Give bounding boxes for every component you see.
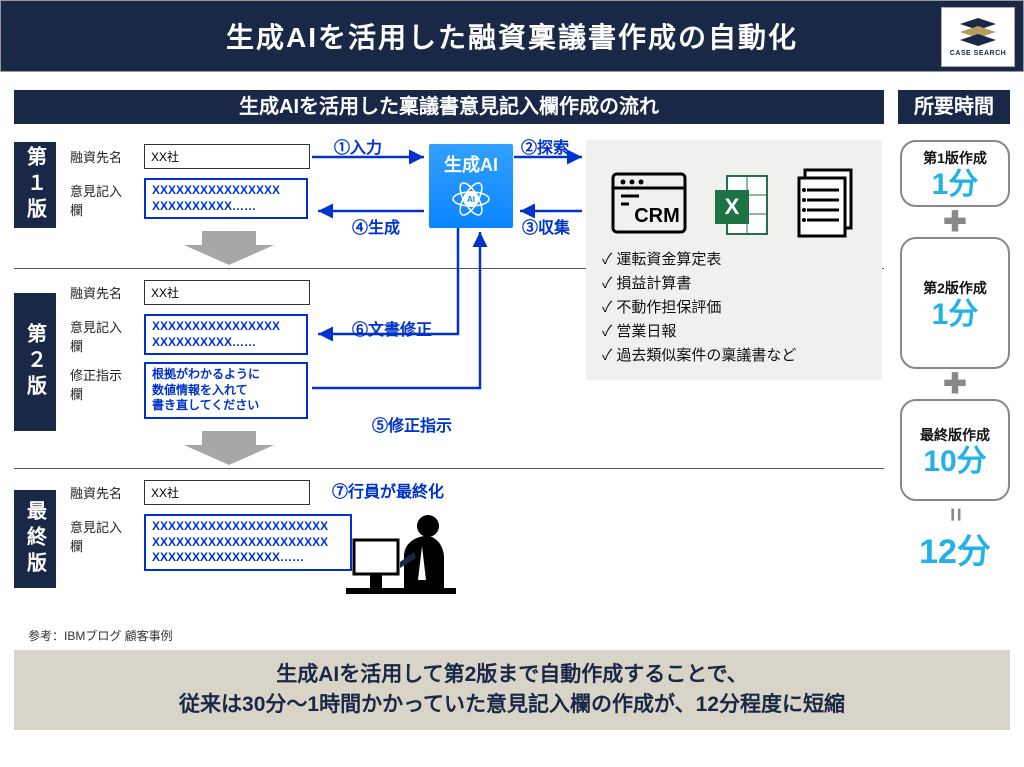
plus-icon: ✚	[900, 370, 1010, 398]
down-arrow-icon	[184, 231, 274, 267]
docs-panel: CRM X 運転資金算定表 損益計算書 不動作担保評価 営業日報	[586, 140, 882, 380]
step-7: ⑦行員が最終化	[332, 478, 444, 502]
time-value: 1分	[902, 298, 1008, 331]
time-label: 最終版作成	[902, 425, 1008, 445]
footer-line-1: 生成AIを活用して第2版まで自動作成することで、	[276, 660, 748, 690]
step-3: ③収集	[522, 214, 570, 238]
time-box-1: 第1版作成 1分	[900, 140, 1010, 207]
excel-icon: X	[711, 170, 771, 240]
list-item: 営業日報	[602, 320, 866, 344]
opinion-field: XXXXXXXXXXXXXXXX XXXXXXXXXX……	[144, 178, 308, 219]
v2-caption: 第２版	[14, 293, 56, 431]
list-item: 不動作担保評価	[602, 296, 866, 320]
svg-text:X: X	[725, 194, 740, 219]
v1-row-1: 意見記入欄 XXXXXXXXXXXXXXXX XXXXXXXXXX……	[70, 178, 308, 219]
subheader: 生成AIを活用した稟議書意見記入欄作成の流れ 所要時間	[14, 90, 1010, 124]
document-icon	[793, 168, 859, 240]
arrow-icon	[312, 208, 432, 214]
company-name-input: XX社	[144, 144, 310, 169]
field-label: 意見記入欄	[70, 178, 134, 219]
crm-icon: CRM	[609, 170, 689, 240]
company-name-input: XX社	[144, 280, 310, 305]
footer: 生成AIを活用して第2版まで自動作成することで、 従来は30分～1時間かかってい…	[14, 650, 1010, 730]
arrow-icon	[312, 154, 432, 160]
v1-row-0: 融資先名 XX社	[70, 144, 310, 169]
field-label: 融資先名	[70, 480, 134, 502]
arrow-icon	[514, 154, 590, 160]
v2-row-1: 意見記入欄 XXXXXXXXXXXXXXXX XXXXXXXXXX……	[70, 314, 308, 355]
step-5: ⑤修正指示	[372, 412, 452, 436]
time-box-2: 第2版作成 1分	[900, 237, 1010, 369]
field-label: 融資先名	[70, 144, 134, 166]
arrow-icon	[514, 208, 590, 214]
svg-text:AI: AI	[467, 195, 475, 204]
list-item: 過去類似案件の稟議書など	[602, 344, 866, 368]
time-value: 1分	[902, 168, 1008, 201]
v3-row-1: 意見記入欄 XXXXXXXXXXXXXXXXXXXXXX XXXXXXXXXXX…	[70, 514, 352, 571]
v3-caption: 最終版	[14, 490, 56, 588]
field-label: 意見記入欄	[70, 314, 134, 355]
opinion-field: XXXXXXXXXXXXXXXXXXXXXX XXXXXXXXXXXXXXXXX…	[144, 514, 352, 571]
atom-icon: AI	[449, 177, 493, 221]
list-item: 運転資金算定表	[602, 248, 866, 272]
v3-row-0: 融資先名 XX社	[70, 480, 310, 505]
time-label: 第2版作成	[902, 278, 1008, 298]
person-icon	[346, 502, 456, 603]
time-title: 所要時間	[898, 90, 1010, 124]
ai-title: 生成AI	[444, 151, 498, 177]
v1-caption: 第１版	[14, 142, 56, 228]
diagram-canvas: 第１版 融資先名 XX社 意見記入欄 XXXXXXXXXXXXXXXX XXXX…	[14, 128, 1010, 648]
reference-note: 参考：IBMブログ 顧客事例	[28, 627, 173, 644]
time-label: 第1版作成	[902, 148, 1008, 168]
logo-text: CASE SEARCH	[950, 50, 1006, 57]
company-name-input: XX社	[144, 480, 310, 505]
docs-list: 運転資金算定表 損益計算書 不動作担保評価 営業日報 過去類似案件の稟議書など	[602, 248, 866, 368]
time-column: 第1版作成 1分 ✚ 第2版作成 1分 ✚ 最終版作成 10分 = 12分	[900, 128, 1010, 573]
v2-row-0: 融資先名 XX社	[70, 280, 310, 305]
field-label: 意見記入欄	[70, 514, 134, 555]
equals-icon: =	[945, 460, 964, 570]
svg-text:CRM: CRM	[634, 205, 680, 227]
opinion-field: XXXXXXXXXXXXXXXX XXXXXXXXXX……	[144, 314, 308, 355]
separator	[14, 468, 884, 469]
field-label: 融資先名	[70, 280, 134, 302]
down-arrow-icon	[184, 431, 274, 467]
plus-icon: ✚	[900, 208, 1010, 236]
field-label: 修正指示欄	[70, 362, 134, 403]
page-title: 生成AIを活用した融資稟議書作成の自動化	[226, 16, 798, 56]
arrow-icon	[312, 228, 462, 340]
footer-line-2: 従来は30分～1時間かかっていた意見記入欄の作成が、12分程度に短縮	[179, 690, 845, 720]
page-header: 生成AIを活用した融資稟議書作成の自動化 CASE SEARCH	[0, 0, 1024, 72]
instruction-field: 根拠がわかるように 数値情報を入れて 書き直してください	[144, 362, 308, 419]
list-item: 損益計算書	[602, 272, 866, 296]
ai-block: 生成AI AI	[429, 144, 513, 228]
logo: CASE SEARCH	[941, 7, 1015, 67]
flow-title: 生成AIを活用した稟議書意見記入欄作成の流れ	[14, 90, 884, 124]
v2-row-2: 修正指示欄 根拠がわかるように 数値情報を入れて 書き直してください	[70, 362, 308, 419]
